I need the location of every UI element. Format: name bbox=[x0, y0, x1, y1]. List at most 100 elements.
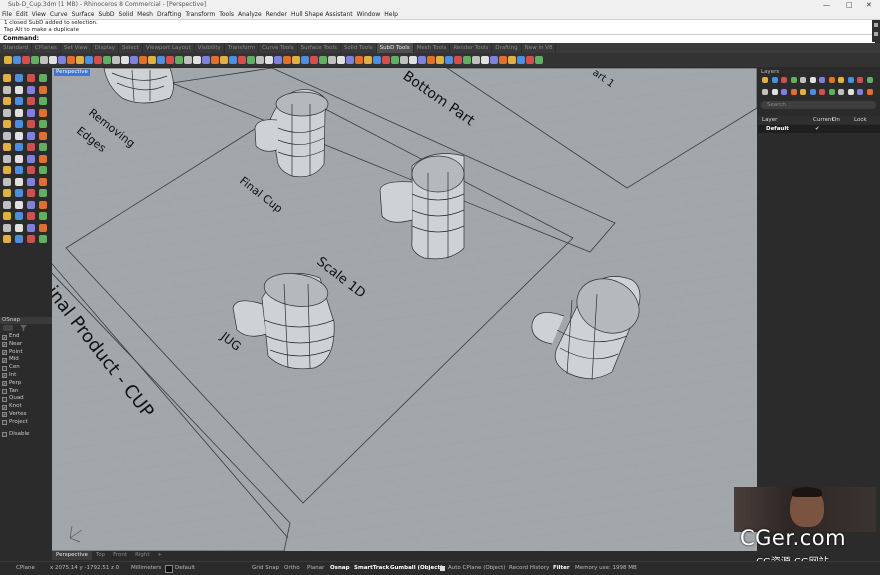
toolbar-tool-icon[interactable] bbox=[355, 56, 363, 64]
menu-transform[interactable]: Transform bbox=[185, 10, 215, 19]
toolbar-tool-icon[interactable] bbox=[76, 56, 84, 64]
viewport-tab[interactable]: Perspective bbox=[52, 551, 92, 560]
toolbar-tab[interactable]: Surface Tools bbox=[298, 43, 341, 53]
palette-tool-icon[interactable] bbox=[15, 235, 23, 243]
status-record-history[interactable]: Record History bbox=[509, 564, 549, 573]
toolbar-tool-icon[interactable] bbox=[292, 56, 300, 64]
palette-tool-icon[interactable] bbox=[3, 120, 11, 128]
palette-tool-icon[interactable] bbox=[3, 223, 11, 232]
toolbar-tab[interactable]: Standard bbox=[0, 43, 33, 53]
osnap-item[interactable]: Quad bbox=[0, 395, 52, 403]
layer-tool-icon[interactable] bbox=[800, 77, 806, 83]
layer-tool-icon[interactable] bbox=[847, 77, 854, 83]
palette-tool-icon[interactable] bbox=[15, 177, 23, 186]
col-current[interactable]: Current bbox=[813, 116, 834, 124]
palette-tool-icon[interactable] bbox=[27, 177, 35, 186]
toolbar-tab[interactable]: Visibility bbox=[195, 43, 225, 53]
toolbar-tool-icon[interactable] bbox=[121, 56, 129, 64]
palette-tool-icon[interactable] bbox=[3, 154, 11, 163]
palette-tool-icon[interactable] bbox=[39, 120, 47, 128]
palette-tool-icon[interactable] bbox=[3, 212, 11, 220]
palette-tool-icon[interactable] bbox=[39, 154, 47, 163]
status-layer[interactable]: Default bbox=[175, 564, 195, 573]
palette-tool-icon[interactable] bbox=[27, 200, 35, 209]
auto-cplane-checkbox[interactable] bbox=[440, 566, 445, 571]
checkbox[interactable]: ✓ bbox=[2, 334, 7, 340]
layer-tool-icon[interactable] bbox=[838, 77, 844, 83]
status-planar[interactable]: Planar bbox=[307, 564, 324, 573]
toolbar-tab[interactable]: Render Tools bbox=[450, 43, 493, 53]
toolbar-tool-icon[interactable] bbox=[490, 56, 498, 64]
osnap-item[interactable]: ✓ Int bbox=[0, 372, 52, 380]
palette-tool-icon[interactable] bbox=[3, 177, 11, 186]
palette-tool-icon[interactable] bbox=[39, 212, 47, 220]
toolbar-tool-icon[interactable] bbox=[409, 56, 417, 64]
palette-tool-icon[interactable] bbox=[39, 177, 47, 186]
palette-tool-icon[interactable] bbox=[15, 97, 23, 105]
menu-file[interactable]: File bbox=[2, 10, 12, 19]
checkbox[interactable]: ✓ bbox=[2, 357, 7, 363]
toolbar-tool-icon[interactable] bbox=[58, 56, 66, 64]
menu-surface[interactable]: Surface bbox=[72, 10, 95, 19]
checkbox[interactable]: ✓ bbox=[2, 404, 7, 410]
palette-tool-icon[interactable] bbox=[27, 154, 35, 163]
layer-tool-icon[interactable] bbox=[819, 89, 825, 95]
checkbox[interactable] bbox=[2, 396, 7, 402]
checkbox[interactable]: ✓ bbox=[2, 412, 7, 418]
layer-tool-icon[interactable] bbox=[866, 77, 873, 83]
current-check-icon[interactable]: ✔ bbox=[815, 125, 820, 133]
toolbar-tool-icon[interactable] bbox=[211, 56, 219, 64]
toolbar-tab[interactable]: Transform bbox=[225, 43, 260, 53]
layer-tool-icon[interactable] bbox=[847, 89, 854, 95]
layer-tool-icon[interactable] bbox=[771, 77, 778, 83]
toolbar-tool-icon[interactable] bbox=[418, 56, 426, 64]
palette-tool-icon[interactable] bbox=[3, 143, 11, 151]
toolbar-tool-icon[interactable] bbox=[265, 56, 273, 64]
toolbar-tab[interactable]: Set View bbox=[61, 43, 92, 53]
status-cplane[interactable]: CPlane bbox=[16, 564, 35, 573]
menu-render[interactable]: Render bbox=[266, 10, 287, 19]
toolbar-tool-icon[interactable] bbox=[508, 56, 516, 64]
menu-curve[interactable]: Curve bbox=[50, 10, 68, 19]
palette-tool-icon[interactable] bbox=[15, 131, 23, 140]
palette-tool-icon[interactable] bbox=[15, 200, 23, 209]
toolbar-tool-icon[interactable] bbox=[13, 56, 21, 64]
layer-tool-icon[interactable] bbox=[762, 77, 768, 83]
status-filter[interactable]: Filter bbox=[553, 564, 570, 573]
status-smarttrack[interactable]: SmartTrack bbox=[354, 564, 389, 573]
menu-hull-shape-assistant[interactable]: Hull Shape Assistant bbox=[291, 10, 353, 19]
layer-tool-icon[interactable] bbox=[790, 89, 797, 95]
layer-tool-icon[interactable] bbox=[828, 89, 835, 95]
menu-subd[interactable]: SubD bbox=[98, 10, 114, 19]
checkbox[interactable]: ✓ bbox=[2, 350, 7, 356]
toolbar-tool-icon[interactable] bbox=[427, 56, 435, 64]
menu-analyze[interactable]: Analyze bbox=[238, 10, 262, 19]
layer-tool-icon[interactable] bbox=[819, 77, 825, 83]
toolbar-tab[interactable]: Mesh Tools bbox=[414, 43, 451, 53]
status-gumball[interactable]: Gumball (Object) bbox=[390, 564, 443, 573]
toolbar-tool-icon[interactable] bbox=[202, 56, 210, 64]
palette-tool-icon[interactable] bbox=[39, 200, 47, 209]
toolbar-tool-icon[interactable] bbox=[400, 56, 408, 64]
toolbar-tab[interactable]: Drafting bbox=[492, 43, 522, 53]
checkbox[interactable] bbox=[2, 420, 7, 426]
layer-tool-icon[interactable] bbox=[800, 89, 806, 95]
menu-solid[interactable]: Solid bbox=[119, 10, 134, 19]
menu-tools[interactable]: Tools bbox=[219, 10, 234, 19]
palette-tool-icon[interactable] bbox=[27, 74, 35, 82]
layer-tool-icon[interactable] bbox=[781, 77, 787, 83]
palette-tool-icon[interactable] bbox=[27, 108, 35, 117]
palette-tool-icon[interactable] bbox=[15, 154, 23, 163]
toolbar-tab[interactable]: Select bbox=[119, 43, 143, 53]
toolbar-tool-icon[interactable] bbox=[166, 56, 174, 64]
toolbar-tab[interactable]: Viewport Layout bbox=[143, 43, 195, 53]
menu-view[interactable]: View bbox=[32, 10, 46, 19]
osnap-item[interactable]: Cen bbox=[0, 364, 52, 372]
toolbar-tool-icon[interactable] bbox=[220, 56, 228, 64]
status-units[interactable]: Millimeters bbox=[131, 564, 161, 573]
command-line[interactable]: Command: bbox=[0, 34, 875, 43]
toolbar-tab[interactable]: Display bbox=[92, 43, 119, 53]
palette-tool-icon[interactable] bbox=[39, 74, 47, 82]
toolbar-tool-icon[interactable] bbox=[463, 56, 471, 64]
toolbar-tool-icon[interactable] bbox=[22, 56, 30, 64]
